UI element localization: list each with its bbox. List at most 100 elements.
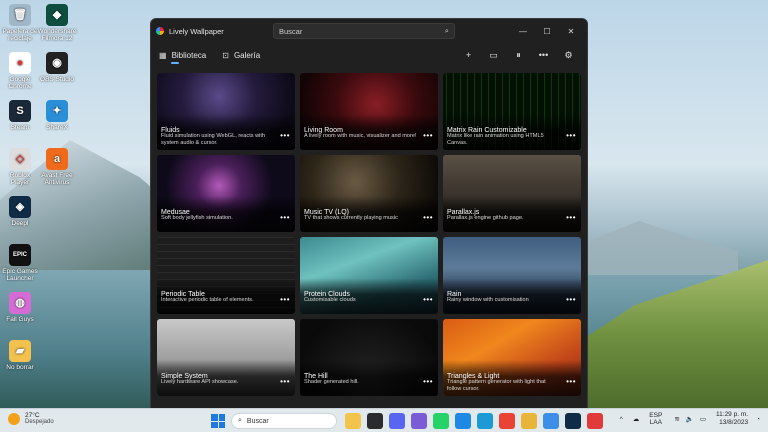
card-more-button[interactable]: ••• xyxy=(423,131,433,140)
card-more-button[interactable]: ••• xyxy=(280,131,290,140)
card-more-button[interactable]: ••• xyxy=(423,213,433,222)
gallery-bag-icon: ⊡ xyxy=(222,50,229,60)
tab-label: Galería xyxy=(233,50,261,60)
desktop-icon[interactable]: S Steam xyxy=(0,100,40,131)
settings-button[interactable]: ⚙ xyxy=(556,43,581,67)
desktop-icon-label: Roblox Player xyxy=(9,172,31,186)
card-more-button[interactable]: ••• xyxy=(423,377,433,386)
desktop-icon[interactable]: ✦ ShareX xyxy=(37,100,77,131)
tab-galeria[interactable]: ⊡ Galería xyxy=(214,43,268,67)
desktop-icon[interactable]: ◈ Deepl xyxy=(0,196,40,227)
volume-icon[interactable]: 🔈 xyxy=(686,415,694,423)
store-icon[interactable] xyxy=(455,413,471,429)
wallpaper-description: Matrix like rain animation using HTML5 C… xyxy=(447,133,544,146)
add-wallpaper-button[interactable]: + xyxy=(456,43,481,67)
terminal-icon[interactable] xyxy=(367,413,383,429)
desktop-icon[interactable]: ◍ Fall Guys xyxy=(0,292,40,323)
minimize-button[interactable]: — xyxy=(511,19,535,43)
wallpaper-card[interactable]: Fluids Fluid simulation using WebGL, reac… xyxy=(157,73,295,150)
lang-bottom: LAA xyxy=(649,419,662,426)
wallpaper-card[interactable]: Living Room A lively room with music, vis… xyxy=(300,73,438,150)
chevron-up-icon[interactable]: ^ xyxy=(620,416,623,423)
search-placeholder: Buscar xyxy=(279,26,303,36)
notifications-icon[interactable]: ◔ xyxy=(756,416,760,423)
close-button[interactable]: ✕ xyxy=(559,19,583,43)
wallpaper-description: Customisable clouds xyxy=(304,297,356,303)
lang-top: ESP xyxy=(649,412,663,419)
cloud-icon[interactable]: ☁ xyxy=(633,415,640,423)
battery-icon[interactable]: ▭ xyxy=(700,415,706,423)
ms-edge-icon[interactable] xyxy=(477,413,493,429)
card-more-button[interactable]: ••• xyxy=(280,213,290,222)
wallpaper-card[interactable]: Triangles & Light Triangle pattern genera… xyxy=(443,319,581,396)
weather-desc: Despejado xyxy=(25,419,54,425)
file-explorer-icon[interactable] xyxy=(345,413,361,429)
pause-button[interactable]: ⏸ xyxy=(506,43,531,67)
desktop-icon[interactable]: ◉ OBS Studio xyxy=(37,52,77,83)
discord-icon[interactable] xyxy=(389,413,405,429)
search-icon: ⌕ xyxy=(238,417,242,424)
wallpaper-card[interactable]: Parallax.js Parallax.js engine github pag… xyxy=(443,155,581,232)
tab-biblioteca[interactable]: ▦ Biblioteca xyxy=(151,43,214,67)
pause-icon: ⏸ xyxy=(516,49,521,60)
wallpaper-card[interactable]: Simple System Lively hardware API showcas… xyxy=(157,319,295,396)
wallpaper-description: TV that shows currently playing music xyxy=(304,215,398,221)
card-gradient xyxy=(443,278,581,314)
wallpaper-card[interactable]: Music TV (LQ) TV that shows currently pla… xyxy=(300,155,438,232)
wallpaper-library-grid: Fluids Fluid simulation using WebGL, reac… xyxy=(157,73,581,396)
display-button[interactable]: ▭ xyxy=(481,43,506,67)
language-indicator[interactable]: ESP LAA xyxy=(649,412,662,426)
card-more-button[interactable]: ••• xyxy=(280,295,290,304)
lively-icon[interactable] xyxy=(587,413,603,429)
wallpaper-card[interactable]: Matrix Rain Customizable Matrix like rain… xyxy=(443,73,581,150)
deepl-icon[interactable] xyxy=(565,413,581,429)
search-input[interactable]: Buscar ⌕ xyxy=(273,23,455,39)
desktop-icon[interactable]: ◇ Roblox Player xyxy=(0,148,40,186)
card-more-button[interactable]: ••• xyxy=(280,377,290,386)
desktop-icon[interactable]: EPIC Epic Games Launcher xyxy=(0,244,40,282)
title-bar[interactable]: Lively Wallpaper Buscar ⌕ — ☐ ✕ xyxy=(151,19,587,43)
card-more-button[interactable]: ••• xyxy=(423,295,433,304)
weather-widget[interactable]: 27°C Despejado xyxy=(8,412,54,425)
wallpaper-description: Interactive periodic table of elements. xyxy=(161,297,254,303)
lively-logo-icon xyxy=(156,27,164,35)
card-more-button[interactable]: ••• xyxy=(566,131,576,140)
desktop-icon[interactable]: ▰ No borrar xyxy=(0,340,40,371)
whatsapp-icon[interactable] xyxy=(433,413,449,429)
more-button[interactable]: ••• xyxy=(531,43,556,67)
wallpaper-description: Lively hardware API showcase. xyxy=(161,379,239,385)
maximize-button[interactable]: ☐ xyxy=(535,19,559,43)
taskbar-search[interactable]: ⌕ Buscar xyxy=(231,413,337,429)
app-icon: ◇ xyxy=(9,148,31,170)
clock-time: 11:29 p. m. xyxy=(716,411,749,418)
app-icon: ▰ xyxy=(9,340,31,362)
toolbar-actions: + ▭ ⏸ ••• ⚙ xyxy=(456,43,581,67)
wallpaper-description: Parallax.js engine github page. xyxy=(447,215,524,221)
wallpaper-card[interactable]: The Hill Shader generated hill. ••• xyxy=(300,319,438,396)
clock[interactable]: 11:29 p. m. 13/8/2023 xyxy=(716,411,748,427)
windows-logo-pane xyxy=(218,414,225,421)
photos-icon[interactable] xyxy=(543,413,559,429)
wallpaper-card[interactable]: Medusae Soft body jellyfish simulation. ••… xyxy=(157,155,295,232)
wallpaper-description: Rainy window with customisation xyxy=(447,297,529,303)
app-icon: ◍ xyxy=(9,292,31,314)
desktop-icon[interactable]: ● Google Chrome xyxy=(0,52,40,90)
card-more-button[interactable]: ••• xyxy=(566,295,576,304)
folder-icon[interactable] xyxy=(521,413,537,429)
desktop-icon[interactable]: ◆ Wondershare Filmora 12 xyxy=(37,4,77,42)
wallpaper-card[interactable]: Protein Clouds Customisable clouds ••• xyxy=(300,237,438,314)
chrome-icon[interactable] xyxy=(499,413,515,429)
card-more-button[interactable]: ••• xyxy=(566,377,576,386)
card-more-button[interactable]: ••• xyxy=(566,213,576,222)
wallpaper-card[interactable]: Rain Rainy window with customisation ••• xyxy=(443,237,581,314)
start-button[interactable] xyxy=(211,414,225,428)
wallpaper-card[interactable]: Periodic Table Interactive periodic table… xyxy=(157,237,295,314)
desktop-icon-label: Fall Guys xyxy=(6,316,34,323)
settings-gear-icon: ⚙ xyxy=(564,49,573,60)
toolbar: ▦ Biblioteca ⊡ Galería + ▭ ⏸ ••• ⚙ xyxy=(151,43,587,67)
wifi-icon[interactable]: ≋ xyxy=(674,415,679,423)
desktop-icon[interactable]: a Avast Free Antivirus xyxy=(37,148,77,186)
desktop-icon[interactable]: 🗑 Papelera de reciclaje xyxy=(0,4,40,42)
copilot-icon[interactable] xyxy=(411,413,427,429)
app-icon: 🗑 xyxy=(9,4,31,26)
